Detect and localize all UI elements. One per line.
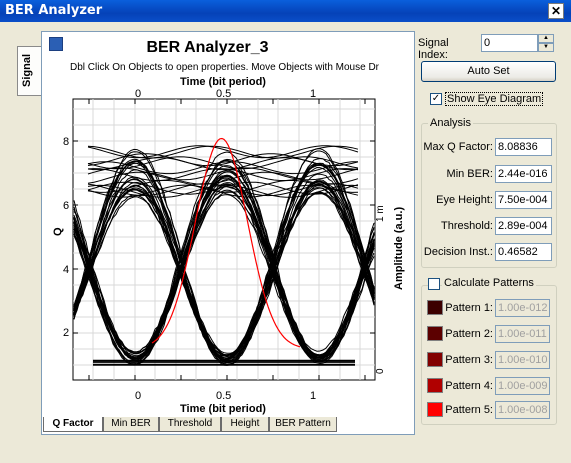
pattern-label: Pattern 1:: [445, 302, 493, 314]
tab-signal-label: Signal: [21, 53, 33, 87]
tab-label: Threshold: [167, 418, 213, 429]
analysis-label: Eye Height:: [436, 194, 493, 206]
decision-instant-value: 0.46582: [495, 243, 552, 261]
graph-panel: [41, 31, 415, 435]
spin-up-button[interactable]: ▲: [538, 34, 554, 43]
pattern-4-color-swatch[interactable]: [427, 378, 443, 393]
tab-label: Height: [230, 418, 260, 429]
pattern-4-value[interactable]: 1.00e-009: [495, 377, 550, 395]
show-eye-checkbox[interactable]: ✓: [430, 93, 442, 105]
min-ber-value: 2.44e-016: [495, 165, 552, 183]
signal-index-label: Signal Index:: [418, 37, 449, 61]
analysis-label: Threshold:: [441, 220, 493, 232]
pattern-3-color-swatch[interactable]: [427, 352, 443, 367]
analysis-label: Min BER:: [446, 168, 493, 180]
pattern-label: Pattern 3:: [445, 354, 493, 366]
tab-min-ber[interactable]: Min BER: [103, 417, 159, 432]
graph-subtitle: Dbl Click On Objects to open properties.…: [70, 62, 380, 73]
tab-q-factor[interactable]: Q Factor: [43, 417, 103, 432]
calculate-patterns-checkbox[interactable]: [428, 278, 440, 290]
pattern-1-color-swatch[interactable]: [427, 300, 443, 315]
max-q-factor-value: 8.08836: [495, 138, 552, 156]
tab-label: Min BER: [111, 418, 151, 429]
pattern-1-value[interactable]: 1.00e-012: [495, 299, 550, 317]
graph-tab-strip: Q Factor Min BER Threshold Height BER Pa…: [43, 417, 413, 433]
threshold-value: 2.89e-004: [495, 217, 552, 235]
analysis-title: Analysis: [428, 117, 473, 129]
analysis-label: Max Q Factor:: [423, 141, 493, 153]
pattern-label: Pattern 4:: [445, 380, 493, 392]
analysis-label: Decision Inst.:: [423, 246, 493, 258]
pattern-5-value[interactable]: 1.00e-008: [495, 401, 550, 419]
spin-down-button[interactable]: ▼: [538, 43, 554, 52]
show-eye-label: Show Eye Diagram: [445, 92, 544, 106]
bottom-axis-label: Time (bit period): [180, 403, 266, 415]
pattern-5-color-swatch[interactable]: [427, 402, 443, 417]
left-axis-label: Q: [52, 227, 64, 236]
auto-set-button[interactable]: Auto Set: [421, 61, 556, 82]
graph-title: BER Analyzer_3: [146, 39, 269, 56]
signal-index-input[interactable]: 0: [481, 34, 538, 52]
eye-height-value: 7.50e-004: [495, 191, 552, 209]
close-button[interactable]: ✕: [548, 3, 564, 19]
tab-threshold[interactable]: Threshold: [159, 417, 221, 432]
pattern-2-color-swatch[interactable]: [427, 326, 443, 341]
pattern-3-value[interactable]: 1.00e-010: [495, 351, 550, 369]
pattern-2-value[interactable]: 1.00e-011: [495, 325, 550, 343]
tab-height[interactable]: Height: [221, 417, 269, 432]
tab-label: BER Pattern: [275, 418, 331, 429]
title-bar: BER Analyzer ✕: [0, 0, 571, 22]
tab-label: Q Factor: [52, 418, 94, 429]
top-axis-label: Time (bit period): [180, 76, 266, 88]
right-axis-label: Amplitude (a.u.): [393, 206, 405, 290]
tab-ber-pattern[interactable]: BER Pattern: [269, 417, 337, 432]
calculate-patterns-label: Calculate Patterns: [442, 277, 536, 289]
pattern-label: Pattern 2:: [445, 328, 493, 340]
window-title: BER Analyzer: [5, 3, 103, 18]
pattern-label: Pattern 5:: [445, 404, 493, 416]
close-icon: ✕: [550, 4, 562, 18]
